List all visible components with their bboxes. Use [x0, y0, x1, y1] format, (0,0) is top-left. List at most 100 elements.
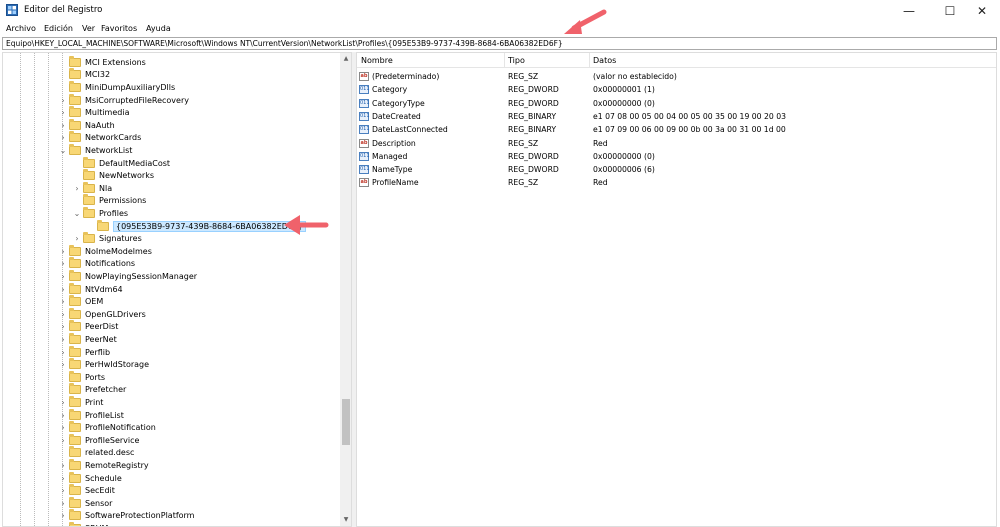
tree-item[interactable]: › PeerNet — [3, 332, 338, 346]
minimize-button[interactable]: — — [891, 0, 927, 21]
close-button[interactable]: ✕ — [964, 0, 1000, 21]
tree-item[interactable]: Permissions — [3, 194, 338, 208]
value-row[interactable]: 011 Category REG_DWORD 0x00000001 (1) — [357, 83, 996, 96]
expand-chevron-icon[interactable]: › — [59, 96, 67, 105]
tree-item[interactable]: › ProfileList — [3, 408, 338, 422]
value-data: 0x00000006 (6) — [593, 165, 655, 175]
expand-chevron-icon[interactable]: › — [59, 297, 67, 306]
tree-item[interactable]: › Multimedia — [3, 106, 338, 119]
value-row[interactable]: ab Description REG_SZ Red — [357, 137, 996, 150]
expand-chevron-icon[interactable]: › — [59, 335, 67, 344]
column-nombre[interactable]: Nombre — [361, 56, 393, 65]
expand-chevron-icon[interactable]: › — [73, 184, 81, 193]
key-tree-pane[interactable]: MCI Extensions MCI32 MiniDumpAuxiliaryDlls… — [2, 52, 352, 527]
expand-chevron-icon[interactable]: › — [59, 461, 67, 470]
folder-icon — [69, 496, 81, 508]
tree-item[interactable]: › NtVdm64 — [3, 282, 338, 296]
expand-chevron-icon[interactable]: › — [59, 436, 67, 445]
tree-item-label: ProfileService — [85, 435, 140, 445]
tree-item[interactable]: Ports — [3, 370, 338, 384]
expand-chevron-icon[interactable]: › — [59, 348, 67, 357]
tree-item[interactable]: › PerHwIdStorage — [3, 358, 338, 371]
tree-item[interactable]: › PeerDist — [3, 320, 338, 334]
tree-item[interactable]: › NaAuth — [3, 118, 338, 132]
tree-item[interactable]: › Sensor — [3, 496, 338, 510]
value-row[interactable]: 011 CategoryType REG_DWORD 0x00000000 (0) — [357, 97, 996, 110]
tree-item[interactable]: › RemoteRegistry — [3, 458, 338, 472]
expand-chevron-icon[interactable]: › — [73, 234, 81, 243]
maximize-button[interactable]: ☐ — [932, 0, 968, 21]
folder-icon — [69, 295, 81, 307]
expand-chevron-icon[interactable]: › — [59, 411, 67, 420]
expand-chevron-icon[interactable]: › — [59, 486, 67, 495]
expand-chevron-icon[interactable]: › — [59, 322, 67, 331]
expand-chevron-icon[interactable]: › — [59, 511, 67, 520]
tree-item[interactable]: › NoImeModelmes — [3, 244, 338, 258]
tree-item[interactable]: › Schedule — [3, 471, 338, 485]
expand-chevron-icon[interactable]: › — [59, 423, 67, 432]
folder-icon — [69, 131, 81, 143]
menu-ver[interactable]: Ver — [82, 24, 95, 33]
expand-chevron-icon[interactable]: › — [59, 133, 67, 142]
expand-chevron-icon[interactable]: › — [59, 398, 67, 407]
scroll-up-icon[interactable]: ▲ — [340, 53, 351, 65]
expand-chevron-icon[interactable]: › — [59, 272, 67, 281]
expand-chevron-icon[interactable]: › — [59, 108, 67, 117]
folder-icon — [69, 80, 81, 92]
tree-item[interactable]: › Nla — [3, 181, 338, 195]
expand-chevron-icon[interactable]: › — [59, 474, 67, 483]
tree-item[interactable]: › OEM — [3, 295, 338, 308]
tree-item[interactable]: › SecEdit — [3, 484, 338, 497]
scroll-thumb[interactable] — [342, 399, 350, 445]
menu-archivo[interactable]: Archivo — [6, 24, 36, 33]
tree-item[interactable]: ›SRUM — [3, 521, 338, 526]
column-datos[interactable]: Datos — [593, 56, 616, 65]
tree-item[interactable]: › Print — [3, 395, 338, 409]
values-list-pane[interactable]: Nombre Tipo Datos ab (Predeterminado) REG_… — [356, 52, 997, 527]
menu-favoritos[interactable]: Favoritos — [101, 24, 137, 33]
tree-item[interactable]: Prefetcher — [3, 383, 338, 397]
column-tipo[interactable]: Tipo — [508, 56, 525, 65]
tree-item[interactable]: › MsiCorruptedFileRecovery — [3, 93, 338, 107]
collapse-chevron-icon[interactable]: ⌄ — [73, 209, 81, 218]
value-row[interactable]: ab ProfileName REG_SZ Red — [357, 176, 996, 189]
tree-item[interactable]: MCI32 — [3, 68, 338, 82]
value-row[interactable]: ab (Predeterminado) REG_SZ (valor no establ… — [357, 70, 996, 83]
tree-item[interactable]: DefaultMediaCost — [3, 156, 338, 170]
tree-scrollbar[interactable]: ▲ ▼ — [340, 53, 351, 526]
scroll-down-icon[interactable]: ▼ — [340, 514, 351, 526]
tree-item[interactable]: › NowPlayingSessionManager — [3, 269, 338, 283]
tree-item[interactable]: ⌄ NetworkList — [3, 143, 338, 157]
value-row[interactable]: 011 DateCreated REG_BINARY e1 07 08 00 05 0… — [357, 110, 996, 123]
expand-chevron-icon[interactable]: › — [59, 285, 67, 294]
tree-item[interactable]: NewNetworks — [3, 169, 338, 182]
menu-ayuda[interactable]: Ayuda — [146, 24, 171, 33]
menu-edicion[interactable]: Edición — [44, 24, 73, 33]
folder-icon — [69, 269, 81, 281]
folder-icon — [69, 55, 81, 67]
tree-item[interactable]: › NetworkCards — [3, 131, 338, 145]
tree-item[interactable]: MiniDumpAuxiliaryDlls — [3, 80, 338, 94]
expand-chevron-icon[interactable]: › — [59, 310, 67, 319]
folder-icon — [69, 244, 81, 256]
expand-chevron-icon[interactable]: › — [59, 499, 67, 508]
expand-chevron-icon[interactable]: › — [59, 360, 67, 369]
tree-item[interactable]: related.desc — [3, 446, 338, 460]
expand-chevron-icon[interactable]: › — [59, 121, 67, 130]
tree-item[interactable]: › Perflib — [3, 345, 338, 359]
tree-item[interactable]: MCI Extensions — [3, 55, 338, 69]
expand-chevron-icon[interactable]: › — [59, 259, 67, 268]
collapse-chevron-icon[interactable]: ⌄ — [59, 146, 67, 155]
address-bar[interactable]: Equipo\HKEY_LOCAL_MACHINE\SOFTWARE\Micro… — [2, 37, 997, 50]
folder-icon — [69, 446, 81, 458]
annotation-arrow-address — [564, 9, 607, 34]
value-row[interactable]: 011 Managed REG_DWORD 0x00000000 (0) — [357, 150, 996, 163]
tree-item[interactable]: › Notifications — [3, 257, 338, 271]
tree-item[interactable]: › OpenGLDrivers — [3, 307, 338, 321]
expand-chevron-icon[interactable]: › — [59, 247, 67, 256]
value-row[interactable]: 011 NameType REG_DWORD 0x00000006 (6) — [357, 163, 996, 176]
tree-item[interactable]: › ProfileService — [3, 433, 338, 447]
tree-item[interactable]: › SoftwareProtectionPlatform — [3, 509, 338, 523]
value-row[interactable]: 011 DateLastConnected REG_BINARY e1 07 09 0… — [357, 123, 996, 136]
tree-item[interactable]: › ProfileNotification — [3, 421, 338, 434]
